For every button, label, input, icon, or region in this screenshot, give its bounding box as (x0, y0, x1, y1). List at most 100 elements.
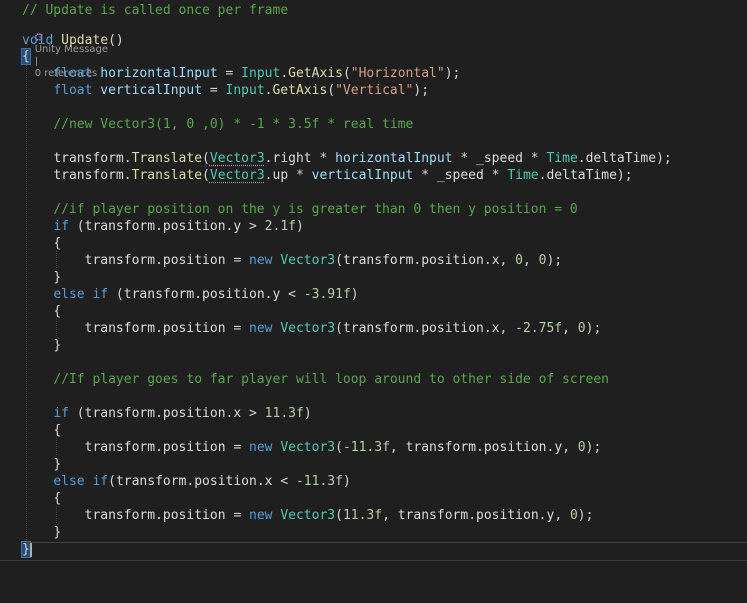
code-line[interactable]: } (22, 337, 61, 354)
code-line[interactable]: transform.Translate(Vector3.up * vertica… (22, 167, 633, 184)
code-token: position (162, 440, 226, 455)
code-token: ); (546, 253, 563, 268)
code-token: //new Vector3(1, 0 ,0) * -1 * 3.5f * rea… (53, 117, 414, 132)
code-token: ( (342, 66, 351, 81)
code-line[interactable]: { (22, 490, 61, 507)
code-token: new (249, 508, 273, 523)
code-token: . (155, 440, 163, 455)
code-token: . (123, 168, 132, 183)
code-token: . (264, 168, 273, 183)
code-line[interactable]: { (22, 422, 61, 439)
code-token: 0 (515, 253, 523, 268)
code-line[interactable]: transform.position = new Vector3(transfo… (22, 252, 563, 269)
code-token: transform (405, 440, 477, 455)
code-line[interactable]: { (22, 235, 61, 252)
code-token: { (21, 48, 31, 65)
code-line[interactable]: float verticalInput = Input.GetAxis("Ver… (22, 82, 429, 99)
code-token: transform (123, 287, 195, 302)
code-token: transform (84, 508, 156, 523)
code-token: position (194, 474, 257, 489)
code-token: > (241, 219, 265, 234)
code-line[interactable]: transform.position = new Vector3(-11.3f,… (22, 439, 602, 456)
code-token: . (476, 440, 484, 455)
code-token: = (225, 253, 250, 268)
code-token: //if player position on the y is greater… (53, 202, 578, 217)
code-token: Vector3 (280, 321, 336, 336)
code-token: position (421, 321, 484, 336)
code-token: ( (327, 83, 336, 98)
indent-guide (56, 319, 57, 336)
code-token: . (155, 406, 163, 421)
code-token: < (272, 474, 296, 489)
code-token: position (421, 253, 484, 268)
code-line[interactable]: float horizontalInput = Input.GetAxis("H… (22, 65, 460, 82)
code-token: if (92, 287, 109, 302)
code-token: float (53, 66, 93, 81)
code-token: , (554, 508, 570, 523)
code-line[interactable]: { (21, 48, 31, 65)
code-line[interactable]: else if (transform.position.y < -3.91f) (22, 286, 358, 303)
code-token: else (53, 474, 85, 489)
code-token: -2.75f (515, 321, 563, 336)
code-token: _speed (436, 168, 484, 183)
code-token: void (22, 33, 54, 48)
code-token: } (53, 338, 62, 353)
codelens-bar[interactable]: ⛭ Unity Message | 0 references (22, 20, 108, 79)
code-token: { (53, 236, 62, 251)
code-line[interactable]: //new Vector3(1, 0 ,0) * -1 * 3.5f * rea… (22, 116, 413, 133)
code-line[interactable]: } (22, 269, 61, 286)
code-token: ( (68, 406, 85, 421)
code-line[interactable]: } (21, 541, 31, 558)
code-token: . (194, 287, 203, 302)
code-token: ( (108, 287, 124, 302)
code-line[interactable]: if (transform.position.y > 2.1f) (22, 218, 304, 235)
code-token: * (288, 168, 312, 183)
code-line[interactable]: else if(transform.position.x < -11.3f) (22, 473, 350, 490)
code-line[interactable]: void Update() (22, 32, 124, 49)
code-token: ); (577, 508, 594, 523)
code-line[interactable]: //If player goes to far player will loop… (22, 371, 609, 388)
code-token: } (53, 525, 62, 540)
indent-guide (56, 438, 57, 455)
code-token: , (499, 321, 516, 336)
code-line[interactable]: // Update is called once per frame (22, 2, 288, 19)
code-line[interactable]: transform.Translate(Vector3.right * hori… (22, 150, 671, 167)
text-caret (30, 542, 32, 557)
code-token: _speed (476, 151, 523, 166)
code-token: . (155, 253, 163, 268)
code-line[interactable]: transform.position = new Vector3(transfo… (22, 320, 602, 337)
code-token: ( (335, 508, 343, 523)
code-token: x (491, 321, 500, 336)
code-token: * (522, 151, 547, 166)
code-line[interactable]: { (22, 303, 61, 320)
code-token: = (225, 321, 250, 336)
indent-guide (26, 65, 27, 540)
code-token: , (523, 253, 539, 268)
code-token: Input (225, 83, 265, 98)
code-line[interactable]: transform.position = new Vector3(11.3f, … (22, 507, 594, 524)
code-token: right (272, 151, 312, 166)
code-token: ); (616, 168, 633, 183)
code-token: "Horizontal" (350, 66, 445, 81)
code-token: = (225, 508, 250, 523)
code-token: ( (68, 219, 85, 234)
code-token: Input (241, 66, 281, 81)
code-token: . (264, 151, 273, 166)
code-token: 0 (569, 508, 578, 523)
code-token: x (233, 406, 242, 421)
code-token: Vector3 (280, 440, 336, 455)
code-editor[interactable]: ⛭ Unity Message | 0 references // Update… (0, 0, 747, 560)
code-token: GetAxis (272, 83, 328, 98)
code-line[interactable]: } (22, 456, 61, 473)
code-token: . (123, 151, 132, 166)
end-of-method-divider (22, 542, 747, 543)
code-token: ) (295, 219, 304, 234)
code-token: } (21, 541, 31, 558)
code-line[interactable]: //if player position on the y is greater… (22, 201, 578, 218)
code-token: position (162, 219, 226, 234)
code-line[interactable]: if (transform.position.x > 11.3f) (22, 405, 311, 422)
code-token: ); (413, 83, 430, 98)
code-line[interactable]: } (22, 524, 61, 541)
